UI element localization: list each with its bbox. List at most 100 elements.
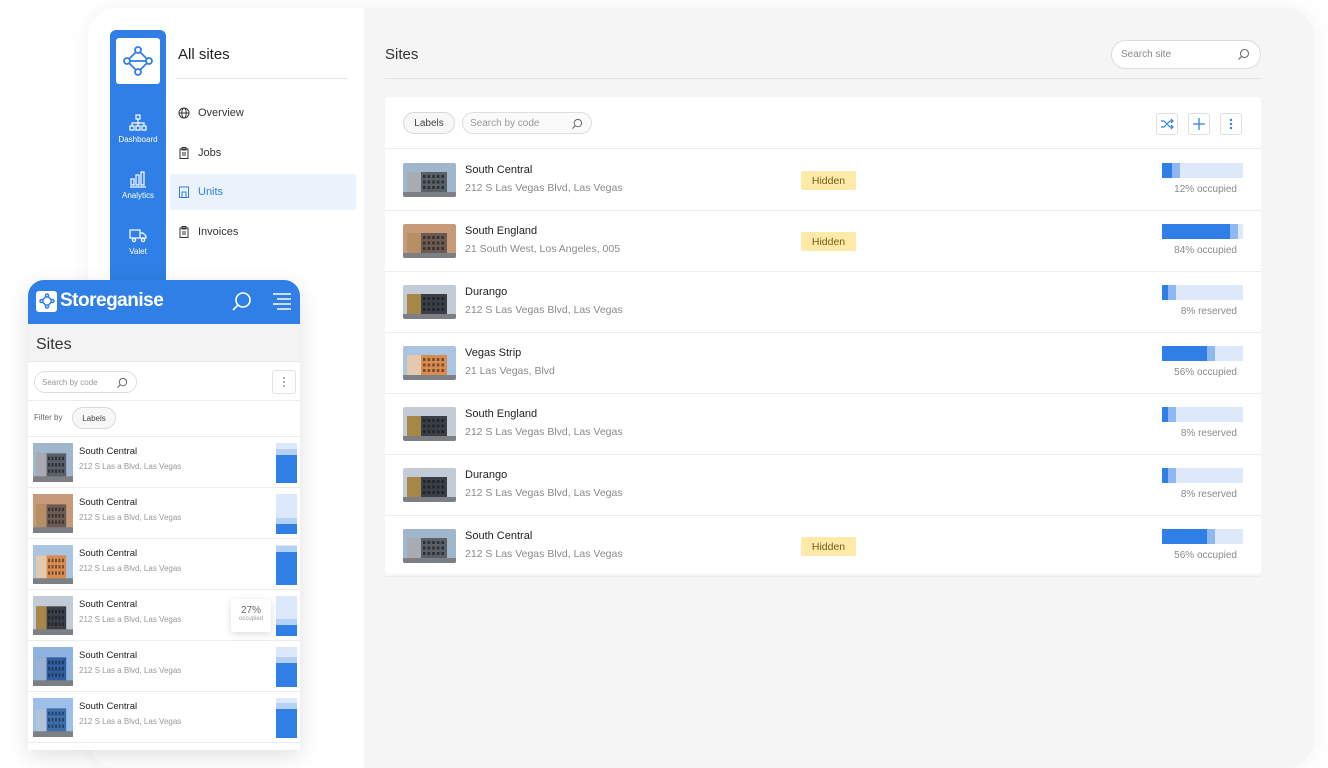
search-icon[interactable]: [231, 291, 253, 313]
occupancy-fill: [1162, 529, 1207, 544]
site-name: South Central: [79, 701, 138, 712]
occupancy-bar: [276, 494, 297, 534]
rail-item-label: Dashboard: [118, 135, 158, 144]
shuffle-icon: [1161, 118, 1174, 130]
page-title: Sites: [36, 336, 72, 353]
site-name: South Central: [79, 650, 138, 661]
search-by-code-input[interactable]: Search by code: [34, 371, 137, 393]
mobile-app-preview: Storeganise Sites Search by code Filter …: [28, 280, 300, 750]
card-toolbar: Labels Search by code: [385, 97, 1261, 149]
site-row[interactable]: South England 212 S Las Vegas Blvd, Las V…: [385, 394, 1261, 455]
hidden-status-badge: Hidden: [801, 232, 856, 251]
occupancy-bar: [1162, 224, 1243, 239]
labels-filter-chip[interactable]: Labels: [403, 112, 455, 134]
site-row[interactable]: South Central 212 S Las a Blvd, Las Vegas: [28, 488, 300, 539]
site-thumbnail: [403, 224, 456, 258]
clipboard-icon: [179, 226, 189, 238]
nav-item-jobs[interactable]: Jobs: [170, 135, 356, 171]
reserved-fill: [1207, 529, 1215, 544]
search-icon: [572, 118, 583, 129]
more-options-button[interactable]: [1220, 113, 1242, 135]
site-row[interactable]: South Central 212 S Las a Blvd, Las Vegas: [28, 437, 300, 488]
search-site-input[interactable]: Search site: [1111, 40, 1261, 69]
rail-item-analytics[interactable]: Analytics: [110, 170, 166, 200]
app-logo[interactable]: [116, 38, 160, 84]
nav-item-invoices[interactable]: Invoices: [170, 214, 356, 250]
reserved-fill: [1168, 468, 1176, 483]
occupancy-fill: [276, 552, 297, 585]
site-row[interactable]: Vegas Strip 21 Las Vegas, Blvd 56% occupie…: [385, 333, 1261, 394]
site-row[interactable]: South Central 212 S Las Vegas Blvd, Las V…: [385, 150, 1261, 211]
reserved-fill: [276, 449, 297, 455]
site-row[interactable]: South Central 212 S Las a Blvd, Las Vegas: [28, 539, 300, 590]
site-address: 212 S Las a Blvd, Las Vegas: [79, 717, 182, 726]
search-icon: [117, 377, 128, 388]
site-name: Durango: [465, 286, 508, 298]
site-thumbnail: [403, 346, 456, 380]
site-thumbnail: [403, 163, 456, 197]
site-thumbnail: [403, 529, 456, 563]
site-row[interactable]: South Central 212 S Las a Blvd, Las Vegas: [28, 641, 300, 692]
globe-icon: [178, 107, 190, 119]
site-address: 212 S Las a Blvd, Las Vegas: [79, 615, 182, 624]
search-placeholder: Search by code: [42, 377, 98, 387]
page-title: Sites: [385, 46, 419, 63]
occupancy-fill: [1162, 346, 1207, 361]
site-row[interactable]: South Central 212 S Las a Blvd, Las Vegas…: [28, 590, 300, 641]
site-name: Vegas Strip: [465, 347, 522, 359]
site-name: South Central: [465, 164, 533, 176]
site-thumbnail: [403, 285, 456, 319]
more-vertical-icon: [1229, 118, 1233, 130]
site-address: 212 S Las Vegas Blvd, Las Vegas: [465, 548, 623, 560]
rail-item-valet[interactable]: Valet: [110, 226, 166, 256]
nav-item-label: Units: [198, 186, 224, 198]
site-thumbnail: [33, 443, 73, 482]
site-row[interactable]: South Central 212 S Las Vegas Blvd, Las V…: [385, 516, 1261, 577]
chip-label: Labels: [414, 117, 444, 129]
nav-item-label: Invoices: [198, 226, 239, 238]
occupancy-fill: [276, 709, 297, 738]
site-row[interactable]: South Central 212 S Las a Blvd, Las Vegas: [28, 692, 300, 743]
main-content: Sites Search site Labels Search by code: [364, 8, 1314, 768]
labels-filter-chip[interactable]: Labels: [72, 407, 116, 429]
site-row[interactable]: Durango 212 S Las Vegas Blvd, Las Vegas 8%…: [385, 455, 1261, 516]
add-site-button[interactable]: [1188, 113, 1210, 135]
bar-chart-icon: [130, 171, 146, 188]
nav-item-label: Overview: [198, 107, 244, 119]
occupancy-fill: [276, 455, 297, 483]
site-row[interactable]: South England 21 South West, Los Angeles,…: [385, 211, 1261, 272]
menu-icon[interactable]: [271, 292, 293, 312]
site-name: South Central: [79, 548, 138, 559]
rail-item-dashboard[interactable]: Dashboard: [110, 114, 166, 144]
divider: [176, 78, 348, 79]
nav-item-units[interactable]: Units: [170, 174, 356, 210]
site-thumbnail: [33, 647, 73, 686]
occupancy-label: 8% reserved: [1180, 489, 1237, 500]
occupancy-label: 12% occupied: [1174, 184, 1237, 195]
site-address: 21 Las Vegas, Blvd: [465, 365, 555, 377]
shuffle-button[interactable]: [1156, 113, 1178, 135]
occupancy-bar: [1162, 529, 1243, 544]
brand-logo[interactable]: Storeganise: [36, 290, 164, 312]
occupancy-bar: [1162, 163, 1243, 178]
site-thumbnail: [33, 545, 73, 584]
site-address: 212 S Las Vegas Blvd, Las Vegas: [465, 304, 623, 316]
sitemap-icon: [129, 114, 147, 131]
site-address: 212 S Las Vegas Blvd, Las Vegas: [465, 487, 623, 499]
hidden-status-badge: Hidden: [801, 537, 856, 556]
site-thumbnail: [403, 468, 456, 502]
occupancy-bar: [276, 596, 297, 636]
occupancy-fill: [276, 663, 297, 687]
search-placeholder: Search by code: [470, 117, 540, 129]
more-options-button[interactable]: [272, 370, 296, 394]
reserved-fill: [276, 657, 297, 663]
nav-item-overview[interactable]: Overview: [170, 95, 356, 131]
occupancy-bar: [276, 698, 297, 738]
occupancy-bar: [276, 443, 297, 483]
search-by-code-input[interactable]: Search by code: [462, 112, 592, 134]
site-address: 212 S Las a Blvd, Las Vegas: [79, 513, 182, 522]
occupancy-fill: [1162, 163, 1172, 178]
sites-card: Labels Search by code South Central 212 S…: [385, 97, 1261, 577]
more-vertical-icon: [283, 377, 285, 387]
site-row[interactable]: Durango 212 S Las Vegas Blvd, Las Vegas 8%…: [385, 272, 1261, 333]
